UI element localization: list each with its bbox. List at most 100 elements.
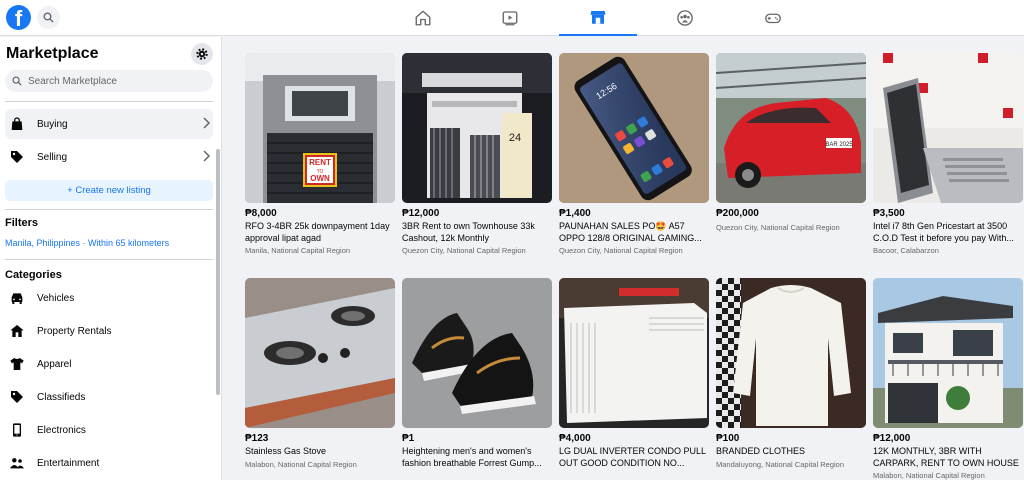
listing-title: 12K MONTHLY, 3BR WITH CARPARK, RENT TO O… [873, 446, 1019, 468]
listing-price: ₱1,400 [559, 208, 591, 219]
listing-price: ₱12,000 [402, 208, 440, 219]
search-button[interactable] [37, 6, 60, 29]
listing-card[interactable]: ₱12,000 12K MONTHLY, 3BR WITH CARPARK, R… [873, 278, 1023, 480]
listing-card[interactable]: 24 ₱12,000 3BR Rent to own Townhouse 33k… [402, 53, 552, 255]
listing-photo[interactable] [245, 278, 395, 428]
listing-photo[interactable]: BAR 2025 [716, 53, 866, 203]
listing-photo[interactable] [873, 53, 1023, 203]
facebook-logo[interactable]: f [6, 5, 31, 30]
category-label: Apparel [37, 358, 72, 370]
listing-card[interactable]: RENT TO OWN ₱8,000 RFO 3-4BR 25k downpay… [245, 53, 395, 255]
house-number: 24 [509, 132, 521, 144]
license-plate: BAR 2025 [825, 142, 853, 148]
category-label: Electronics [37, 424, 86, 436]
sign-text: RENT [309, 158, 331, 167]
listing-price: ₱8,000 [245, 208, 277, 219]
listing-price: ₱100 [716, 433, 740, 444]
tab-marketplace[interactable] [559, 0, 637, 36]
listing-location: Quezon City, National Capital Region [559, 246, 683, 255]
marketplace-icon [590, 11, 606, 24]
listing-location: Quezon City, National Capital Region [716, 223, 840, 232]
listing-title: 3BR Rent to own Townhouse 33k Cashout, 1… [402, 221, 535, 243]
listing-title: BRANDED CLOTHES [716, 446, 806, 456]
tab-gaming[interactable] [734, 0, 812, 36]
categories-heading: Categories [5, 269, 62, 281]
search-field[interactable] [5, 70, 213, 92]
listing-card[interactable]: ₱3,500 Intel i7 8th Gen Pricestart at 35… [873, 53, 1023, 255]
car-icon [6, 287, 28, 309]
tab-home[interactable] [384, 0, 462, 36]
category-electronics[interactable]: Electronics [5, 415, 213, 445]
people-icon [6, 452, 28, 474]
chevron-right-icon [203, 150, 211, 162]
create-new-listing-button[interactable]: + Create new listing [5, 180, 213, 201]
listing-price: ₱12,000 [873, 433, 911, 444]
search-input[interactable] [28, 75, 208, 87]
top-navigation-bar: f [0, 0, 1024, 36]
listing-card[interactable]: ₱123 Stainless Gas Stove Malabon, Nation… [245, 278, 395, 469]
listing-photo[interactable] [873, 278, 1023, 428]
listing-card[interactable]: 12:56 ₱1,400 PAUNAHAN SALES PO🤩 A57 OPPO… [559, 53, 709, 255]
watch-icon [502, 11, 518, 26]
sidebar-item-buying[interactable]: Buying [5, 109, 213, 139]
listing-photo[interactable]: 12:56 [559, 53, 709, 203]
listing-photo[interactable]: 24 [402, 53, 552, 203]
category-entertainment[interactable]: Entertainment [5, 448, 213, 478]
divider [5, 209, 213, 210]
category-label: Classifieds [37, 391, 86, 403]
category-apparel[interactable]: Apparel [5, 349, 213, 379]
shopping-bag-icon [6, 113, 28, 135]
listing-location: Mandaluyong, National Capital Region [716, 460, 844, 469]
listing-card[interactable]: ₱4,000 LG DUAL INVERTER CONDO PULL OUT G… [559, 278, 709, 471]
category-classifieds[interactable]: Classifieds [5, 382, 213, 412]
listing-photo[interactable]: RENT TO OWN [245, 53, 395, 203]
tab-groups[interactable] [646, 0, 724, 36]
tag-icon [6, 146, 28, 168]
gear-icon [196, 48, 208, 60]
listing-location: Malabon, National Capital Region [873, 471, 985, 480]
sidebar-item-label: Selling [37, 151, 68, 163]
category-vehicles[interactable]: Vehicles [5, 283, 213, 313]
divider [5, 101, 213, 102]
groups-icon [677, 10, 693, 26]
listing-photo[interactable] [716, 278, 866, 428]
divider [5, 259, 213, 260]
settings-button[interactable] [191, 43, 213, 65]
listing-price: ₱123 [245, 433, 269, 444]
house-icon [6, 320, 28, 342]
chevron-right-icon [203, 117, 211, 129]
tag-icon [6, 386, 28, 408]
listing-title: Intel i7 8th Gen Pricestart at 3500 C.O.… [873, 221, 1014, 243]
category-property-rentals[interactable]: Property Rentals [5, 316, 213, 346]
category-label: Property Rentals [37, 325, 112, 337]
listing-price: ₱3,500 [873, 208, 905, 219]
listing-location: Manila, National Capital Region [245, 246, 351, 255]
listing-photo[interactable] [402, 278, 552, 428]
shirt-icon [6, 353, 28, 375]
listing-price: ₱4,000 [559, 433, 591, 444]
listing-title: Stainless Gas Stove [245, 446, 327, 456]
listing-location: Quezon City, National Capital Region [402, 246, 526, 255]
sidebar-scrollbar[interactable] [216, 149, 220, 395]
gaming-icon [765, 13, 781, 24]
filters-heading: Filters [5, 217, 39, 229]
location-filter-link[interactable]: Manila, Philippines · Within 65 kilomete… [5, 238, 169, 248]
listing-price: ₱1 [402, 433, 415, 444]
tab-watch[interactable] [471, 0, 549, 36]
listing-card[interactable]: BAR 2025 ₱200,000 Quezon City, National … [716, 53, 866, 232]
listing-card[interactable]: ₱1 Heightening men's and women's fashion… [402, 278, 552, 471]
listing-title: Heightening men's and women's fashion br… [402, 446, 542, 468]
search-icon [12, 76, 22, 86]
category-label: Vehicles [37, 292, 75, 304]
listing-title: LG DUAL INVERTER CONDO PULL OUT GOOD CON… [559, 446, 706, 468]
category-label: Entertainment [37, 457, 100, 469]
sign-text: OWN [310, 174, 330, 183]
listing-card[interactable]: ₱100 BRANDED CLOTHES Mandaluyong, Nation… [716, 278, 866, 469]
sidebar-item-label: Buying [37, 118, 68, 130]
listing-location: Malabon, National Capital Region [245, 460, 357, 469]
sidebar-item-selling[interactable]: Selling [5, 142, 213, 172]
listing-price: ₱200,000 [716, 208, 759, 219]
home-icon [415, 10, 431, 26]
phone-icon [6, 419, 28, 441]
listing-photo[interactable] [559, 278, 709, 428]
